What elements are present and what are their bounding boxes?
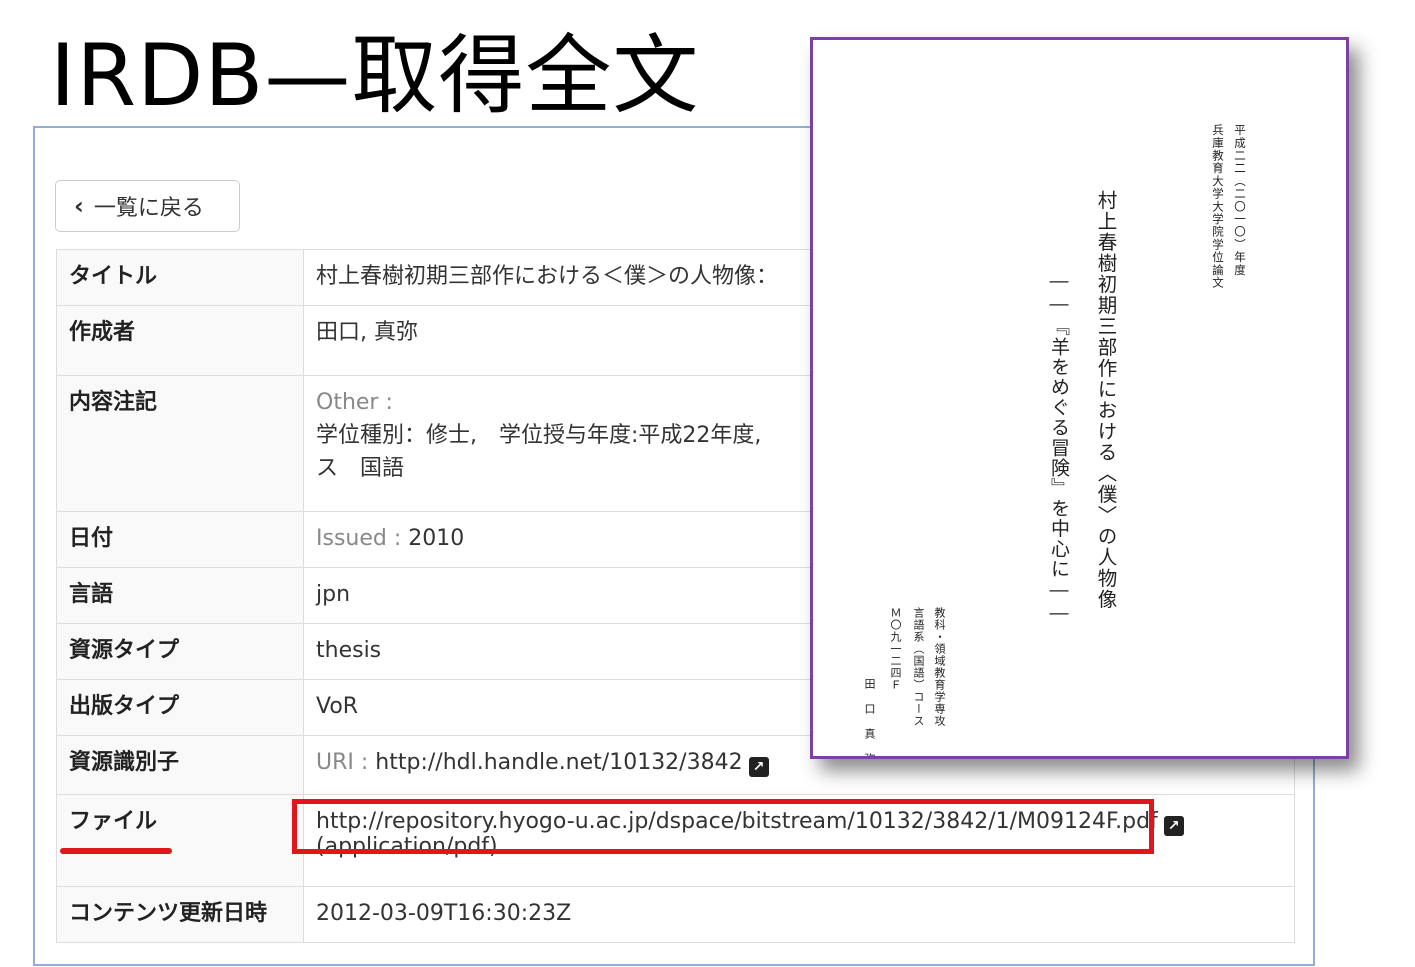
table-row: ファイル http://repository.hyogo-u.ac.jp/dsp… (56, 794, 1295, 887)
table-row: コンテンツ更新日時 2012-03-09T16:30:23Z (56, 886, 1295, 943)
date-label: 日付 (56, 511, 304, 568)
thesis-title: 村上春樹初期三部作における〈僕〉の人物像 (1094, 190, 1117, 610)
thesis-author: 田口真弥 (863, 678, 876, 759)
date-type: Issued : (316, 526, 402, 551)
identifier-label: 資源識別子 (56, 735, 304, 795)
resource-type-label: 資源タイプ (56, 623, 304, 680)
title-label: タイトル (56, 249, 304, 306)
publication-type-label: 出版タイプ (56, 679, 304, 736)
slide-title: IRDB—取得全文 (50, 26, 700, 126)
back-to-list-button[interactable]: ‹ 一覧に戻る (55, 180, 240, 232)
pdf-preview-cover: 平成二二（二〇一〇）年度 兵庫教育大学大学院学位論文 村上春樹初期三部作における… (810, 37, 1349, 759)
thesis-university: 兵庫教育大学大学院学位論文 (1211, 124, 1225, 290)
external-link-icon[interactable]: ↗ (748, 757, 769, 777)
creator-link[interactable]: 田口, 真弥 (316, 320, 418, 345)
note-label: 内容注記 (56, 375, 304, 512)
external-link-icon[interactable]: ↗ (1163, 816, 1184, 836)
file-label: ファイル (56, 794, 304, 887)
identifier-link[interactable]: http://hdl.handle.net/10132/3842 (375, 750, 742, 775)
chevron-left-icon: ‹ (74, 192, 84, 220)
thesis-course: 言語系（国語）コース (912, 607, 925, 727)
creator-label: 作成者 (56, 305, 304, 376)
date-value: 2010 (408, 526, 465, 551)
thesis-subtitle: ――『羊をめぐる冒険』を中心に―― (1048, 270, 1070, 626)
thesis-student-id: Ｍ〇九一二四Ｆ (889, 607, 902, 691)
identifier-type: URI : (316, 750, 369, 775)
back-button-label: 一覧に戻る (93, 196, 204, 221)
updated-value: 2012-03-09T16:30:23Z (303, 886, 1295, 943)
thesis-year: 平成二二（二〇一〇）年度 (1233, 124, 1247, 277)
language-label: 言語 (56, 567, 304, 624)
thesis-department: 教科・領域教育学専攻 (933, 607, 946, 727)
updated-label: コンテンツ更新日時 (56, 886, 304, 943)
